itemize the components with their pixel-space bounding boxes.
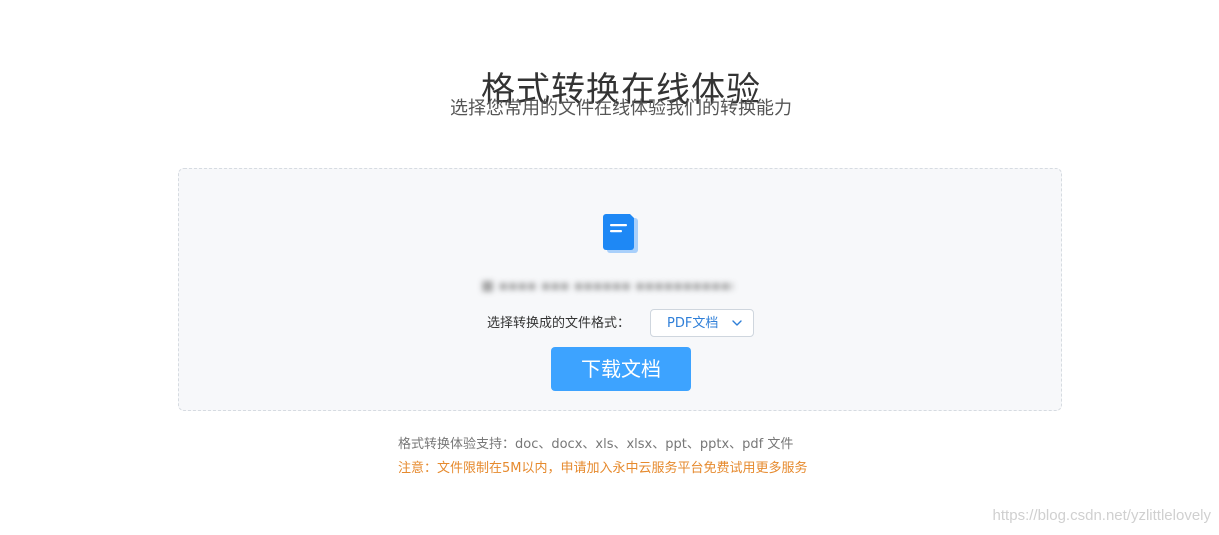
format-select[interactable]: PDF文档 [650, 309, 754, 337]
page-subtitle: 选择您常用的文件在线体验我们的转换能力 [450, 98, 792, 119]
document-icon [603, 214, 638, 253]
format-select-value: PDF文档 [667, 316, 719, 331]
chevron-down-icon [732, 320, 742, 326]
format-label: 选择转换成的文件格式： [487, 316, 631, 331]
supported-formats-text: 格式转换体验支持：doc、docx、xls、xlsx、ppt、pptx、pdf … [398, 437, 794, 452]
upload-panel: ■ ▪▪▪▪ ▪▪▪ ▪▪▪▪▪▪ ▪▪▪▪▪▪▪▪▪▪▪ 选择转换成的文件格式… [178, 168, 1062, 411]
format-row: 选择转换成的文件格式： PDF文档 [179, 309, 1063, 339]
uploaded-file-name: ■ ▪▪▪▪ ▪▪▪ ▪▪▪▪▪▪ ▪▪▪▪▪▪▪▪▪▪▪ [481, 278, 733, 294]
watermark: https://blog.csdn.net/yzlittlelovely [992, 507, 1211, 524]
notice-text: 注意：文件限制在5M以内，申请加入永中云服务平台免费试用更多服务 [398, 461, 808, 476]
download-button[interactable]: 下载文档 [551, 347, 691, 391]
